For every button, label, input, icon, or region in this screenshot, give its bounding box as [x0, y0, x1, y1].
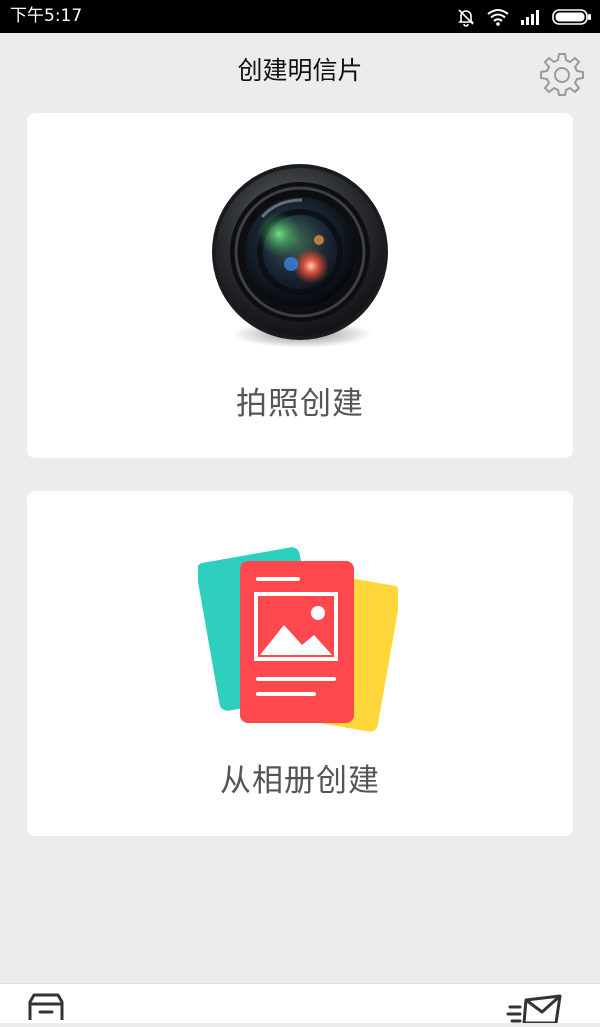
battery-icon	[552, 9, 591, 25]
camera-create-card[interactable]: 拍照创建	[27, 113, 573, 458]
inbox-icon	[28, 993, 64, 1020]
camera-lens-icon	[212, 164, 388, 348]
header: 创建明信片	[0, 33, 600, 113]
bottom-bar	[0, 983, 600, 1025]
wifi-icon	[487, 9, 509, 26]
status-icons	[456, 7, 592, 27]
status-bar: 下午5:17	[0, 0, 600, 33]
mute-icon	[458, 9, 474, 27]
send-mail-button[interactable]	[506, 992, 564, 1025]
settings-button[interactable]	[538, 49, 586, 97]
page-title: 创建明信片	[237, 56, 363, 85]
inbox-button[interactable]	[24, 992, 68, 1023]
camera-create-label: 拍照创建	[236, 386, 364, 422]
album-create-card[interactable]: 从相册创建	[27, 491, 573, 836]
album-create-label: 从相册创建	[220, 763, 380, 799]
send-mail-icon	[506, 994, 562, 1025]
gear-icon	[540, 53, 584, 96]
status-time: 下午5:17	[10, 6, 83, 26]
photo-album-icon	[198, 547, 398, 732]
signal-icon	[521, 10, 539, 25]
